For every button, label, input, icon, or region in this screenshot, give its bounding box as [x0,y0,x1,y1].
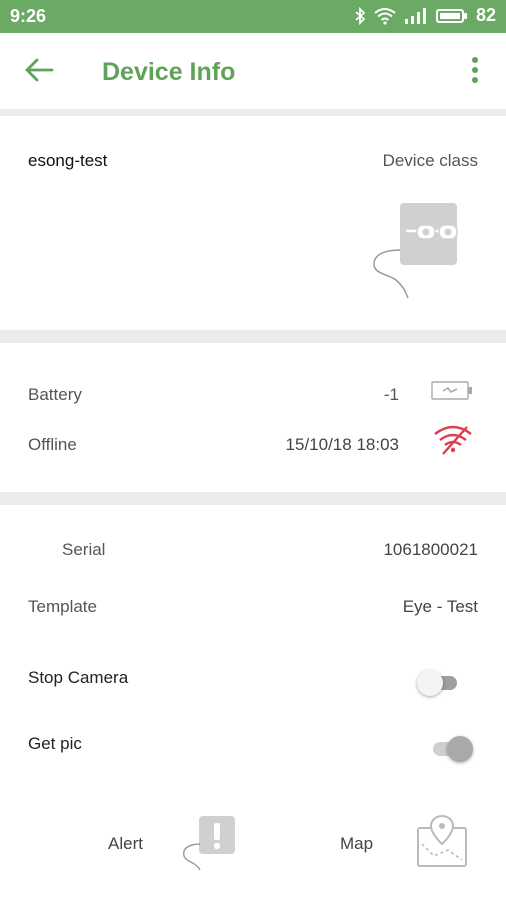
connection-status: Offline [28,435,77,454]
alert-label[interactable]: Alert [108,834,143,854]
app-bar: Device Info [0,33,506,109]
alert-device-icon[interactable] [178,814,238,872]
battery-percent: 82 [475,5,496,25]
serial-value: 1061800021 [383,540,478,559]
last-seen-time: 15/10/18 18:03 [285,435,399,454]
battery-icon [435,8,467,23]
section-divider [0,330,506,343]
stop-camera-toggle[interactable] [417,669,463,696]
bluetooth-icon [355,6,366,25]
template-value: Eye - Test [402,597,478,616]
map-label[interactable]: Map [340,834,373,854]
smart-glasses-device-icon [373,203,469,299]
page-title: Device Info [102,58,236,86]
stop-camera-label: Stop Camera [28,668,129,687]
status-bar: 9:26 82 [0,0,506,33]
battery-value: -1 [383,385,399,404]
battery-label: Battery [28,385,82,404]
status-icons: 82 [354,5,496,26]
get-pic-toggle[interactable] [427,735,473,762]
template-label: Template [28,597,97,616]
serial-label: Serial [62,540,106,559]
status-time: 9:26 [10,6,47,26]
back-arrow-icon[interactable] [24,57,54,83]
battery-charging-icon [431,381,472,400]
wifi-off-icon [434,425,472,455]
device-class-label: Device class [382,151,478,170]
section-divider [0,492,506,505]
map-icon[interactable] [414,814,470,868]
get-pic-label: Get pic [28,734,82,753]
wifi-icon [374,7,396,25]
more-options-icon[interactable] [466,55,484,85]
section-divider [0,109,506,116]
device-name: esong-test [28,151,108,170]
signal-icon [404,7,426,24]
